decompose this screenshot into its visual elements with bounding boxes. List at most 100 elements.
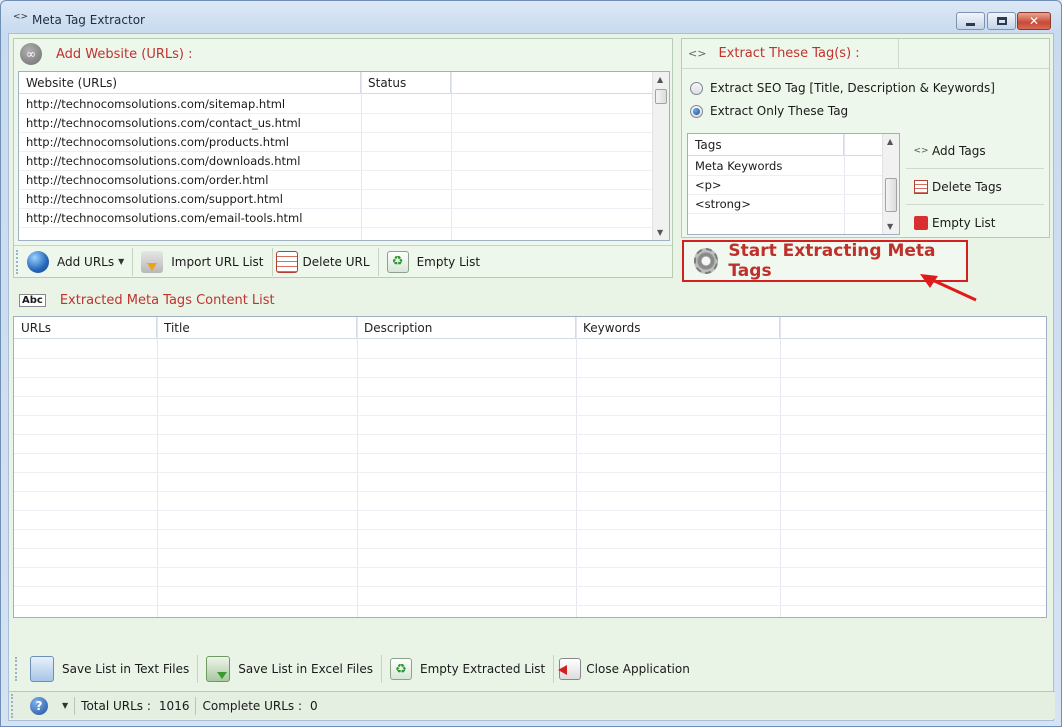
status-separator — [195, 696, 197, 715]
maximize-button[interactable] — [987, 12, 1016, 30]
scroll-thumb[interactable] — [655, 89, 667, 104]
chevron-down-icon: ▼ — [118, 257, 125, 266]
extract-tags-title: Extract These Tag(s) : — [718, 46, 860, 61]
scroll-down-icon[interactable]: ▼ — [657, 228, 663, 237]
table-row[interactable]: http://technocomsolutions.com/downloads.… — [19, 152, 654, 171]
empty-tags-list-button[interactable]: Empty List — [906, 205, 1044, 241]
delete-table-icon — [914, 179, 928, 194]
complete-urls-label: Complete URLs : — [202, 698, 303, 713]
header-divider — [898, 39, 899, 69]
close-button[interactable]: ✕ — [1017, 12, 1051, 30]
empty-extracted-label: Empty Extracted List — [419, 662, 546, 676]
delete-url-button[interactable]: Delete URL — [273, 246, 378, 277]
column-header-urls[interactable]: URLs — [14, 317, 157, 339]
extracted-list-title: Extracted Meta Tags Content List — [59, 292, 275, 308]
save-excel-label: Save List in Excel Files — [238, 662, 373, 676]
tag-row[interactable]: Meta Keywords — [688, 157, 884, 176]
maximize-icon — [996, 17, 1007, 25]
close-application-button[interactable]: Close Application — [554, 650, 698, 688]
column-header-tags-filler — [844, 134, 884, 156]
recycle-bin-icon: ♻ — [389, 658, 412, 680]
column-header-website[interactable]: Website (URLs) — [19, 72, 361, 94]
scroll-up-icon[interactable]: ▲ — [887, 137, 893, 146]
extracted-list-header: Abc Extracted Meta Tags Content List — [13, 286, 1050, 314]
seo-tag-option[interactable]: Extract SEO Tag [Title, Description & Ke… — [690, 81, 995, 95]
abc-icon: Abc — [19, 293, 46, 307]
link-icon: ∞ — [20, 43, 42, 65]
url-cell: http://technocomsolutions.com/email-tool… — [26, 211, 303, 225]
title-bar[interactable]: <> Meta Tag Extractor ✕ — [1, 1, 1061, 33]
delete-tags-button[interactable]: Delete Tags — [906, 169, 1044, 205]
help-dropdown-icon[interactable]: ▼ — [62, 701, 68, 710]
save-excel-button[interactable]: Save List in Excel Files — [198, 650, 381, 688]
toolbar-grip — [15, 657, 18, 681]
add-urls-button[interactable]: Add URLs ▼ — [23, 246, 132, 277]
url-cell: http://technocomsolutions.com/sitemap.ht… — [26, 97, 286, 111]
column-header-filler — [780, 317, 1046, 339]
help-icon[interactable]: ? — [30, 696, 48, 715]
scroll-thumb[interactable] — [885, 178, 897, 212]
tags-grid[interactable]: Tags Meta Keywords <p> <strong> ▲ ▼ — [687, 133, 900, 235]
url-cell: http://technocomsolutions.com/contact_us… — [26, 116, 301, 130]
tag-brackets-icon: <> — [913, 145, 929, 156]
empty-url-list-label: Empty List — [416, 254, 481, 269]
extracted-grid[interactable]: URLs Title Description Keywords — [13, 316, 1047, 618]
delete-table-icon — [275, 250, 298, 273]
table-row[interactable]: http://technocomsolutions.com/support.ht… — [19, 190, 654, 209]
tag-row[interactable]: <strong> — [688, 195, 884, 214]
grid-row-lines — [14, 340, 1046, 617]
only-these-tag-label: Extract Only These Tag — [710, 104, 849, 118]
toolbar-grip — [16, 249, 19, 274]
minimize-icon — [966, 22, 975, 26]
import-icon — [141, 250, 164, 273]
recycle-bin-icon: ♻ — [386, 250, 409, 273]
total-urls-value: 1016 — [158, 698, 190, 713]
add-tags-label: Add Tags — [932, 143, 986, 158]
url-toolbar: Add URLs ▼ Import URL List Delete URL ♻ … — [14, 245, 672, 277]
table-row[interactable]: http://technocomsolutions.com/products.h… — [19, 133, 654, 152]
empty-url-list-button[interactable]: ♻ Empty List — [379, 246, 489, 277]
delete-tags-label: Delete Tags — [932, 179, 1002, 194]
url-grid-scrollbar[interactable]: ▲ ▼ — [652, 72, 669, 240]
url-cell: http://technocomsolutions.com/support.ht… — [26, 192, 283, 206]
status-bar: ? ▼ Total URLs : 1016 Complete URLs : 0 — [9, 691, 1055, 719]
gear-icon — [694, 248, 719, 274]
table-row[interactable]: http://technocomsolutions.com/order.html — [19, 171, 654, 190]
column-header-title[interactable]: Title — [157, 317, 357, 339]
column-header-tags[interactable]: Tags — [688, 134, 844, 156]
seo-tag-label: Extract SEO Tag [Title, Description & Ke… — [710, 81, 995, 95]
scroll-up-icon[interactable]: ▲ — [657, 75, 663, 84]
only-these-tag-radio[interactable] — [690, 104, 703, 118]
save-text-button[interactable]: Save List in Text Files — [22, 650, 197, 688]
only-these-tag-option[interactable]: Extract Only These Tag — [690, 104, 848, 118]
close-application-label: Close Application — [586, 662, 690, 676]
minimize-button[interactable] — [956, 12, 985, 30]
table-row[interactable]: http://technocomsolutions.com/contact_us… — [19, 114, 654, 133]
tag-actions: <> Add Tags Delete Tags Empty List — [906, 133, 1044, 237]
column-header-description[interactable]: Description — [357, 317, 576, 339]
exit-icon — [558, 658, 582, 680]
bottom-toolbar: Save List in Text Files Save List in Exc… — [13, 650, 1050, 688]
tags-grid-scrollbar[interactable]: ▲ ▼ — [882, 134, 899, 234]
tag-cell: <p> — [695, 178, 722, 192]
delete-url-label: Delete URL — [302, 254, 370, 269]
complete-urls-value: 0 — [310, 698, 318, 713]
empty-extracted-button[interactable]: ♻ Empty Extracted List — [382, 650, 553, 688]
table-row[interactable]: http://technocomsolutions.com/sitemap.ht… — [19, 95, 654, 114]
add-tags-button[interactable]: <> Add Tags — [906, 133, 1044, 169]
tag-row[interactable]: <p> — [688, 176, 884, 195]
add-urls-label: Add URLs — [57, 254, 115, 269]
import-url-list-label: Import URL List — [171, 254, 264, 269]
add-website-header: ∞ Add Website (URLs) : — [14, 39, 672, 69]
scroll-down-icon[interactable]: ▼ — [887, 222, 893, 231]
client-area: ∞ Add Website (URLs) : Website (URLs) St… — [8, 33, 1054, 721]
import-url-list-button[interactable]: Import URL List — [133, 246, 271, 277]
table-row[interactable]: http://technocomsolutions.com/email-tool… — [19, 209, 654, 228]
url-cell: http://technocomsolutions.com/order.html — [26, 173, 269, 187]
url-grid[interactable]: Website (URLs) Status http://technocomso… — [18, 71, 670, 241]
column-header-keywords[interactable]: Keywords — [576, 317, 780, 339]
tag-cell: Meta Keywords — [695, 159, 783, 173]
column-header-status[interactable]: Status — [361, 72, 451, 94]
app-icon: <> — [13, 12, 29, 22]
seo-tag-radio[interactable] — [690, 81, 703, 95]
